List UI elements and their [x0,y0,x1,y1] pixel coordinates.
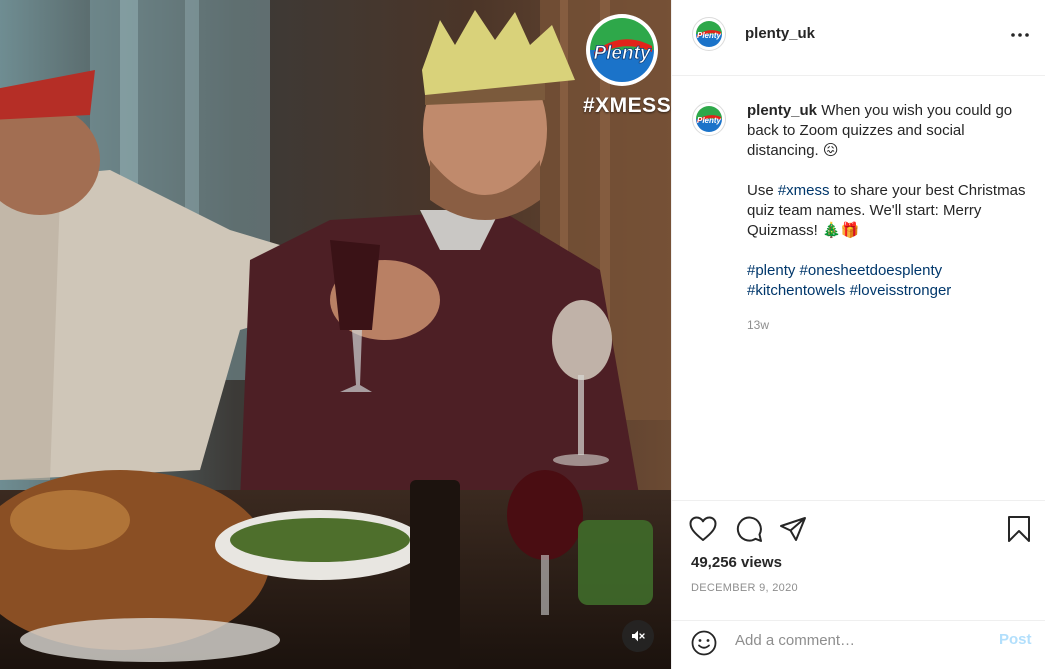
svg-text:Plenty: Plenty [697,31,722,40]
header-username-link[interactable]: plenty_uk [745,25,815,42]
post-side-panel: Plenty plenty_uk Plenty plenty_uk When y… [671,0,1045,669]
post-video[interactable]: Plenty #XMESS [0,0,671,669]
video-frame-image [0,0,671,669]
save-button[interactable] [1004,514,1034,544]
caption-avatar[interactable]: Plenty [692,102,726,136]
bookmark-icon [1008,516,1030,542]
paper-plane-icon [780,517,806,541]
hashtag-link[interactable]: #xmess [778,182,830,199]
plenty-avatar-logo: Plenty [695,105,723,133]
hashtag-link[interactable]: #plenty [747,262,795,279]
avatar[interactable]: Plenty [692,17,726,51]
like-button[interactable] [688,514,718,544]
more-horizontal-icon [1011,33,1029,37]
speaker-muted-icon [632,630,645,642]
hashtag-link[interactable]: #kitchentowels [747,282,845,299]
view-count[interactable]: 49,256 views [691,554,782,571]
comment-input[interactable] [735,630,985,650]
caption-username-link[interactable]: plenty_uk [747,102,817,119]
more-options-button[interactable] [1008,25,1032,45]
caption-age[interactable]: 13w [747,318,769,332]
xmess-overlay-tag: #XMESS [583,94,671,117]
heart-icon [689,516,717,541]
comment-button[interactable] [734,514,764,544]
post-actions: 49,256 views DECEMBER 9, 2020 [672,500,1045,620]
emoji-button[interactable] [689,625,719,661]
smiley-icon [691,630,717,656]
caption-text: plenty_uk When you wish you could go bac… [747,101,1032,301]
post-date[interactable]: DECEMBER 9, 2020 [691,582,798,594]
svg-text:Plenty: Plenty [593,43,651,64]
plenty-logo: Plenty [584,12,660,88]
hashtag-link[interactable]: #loveisstronger [850,282,952,299]
post-header: Plenty plenty_uk [672,0,1045,76]
comment-bar: Post [672,620,1045,669]
post-comment-button[interactable]: Post [999,631,1032,648]
svg-text:Plenty: Plenty [697,116,722,125]
caption-line-2-prefix: Use [747,182,778,199]
caption-section: Plenty plenty_uk When you wish you could… [672,77,1045,500]
hashtag-list: #plenty #onesheetdoesplenty #kitchentowe… [747,261,1032,301]
plenty-avatar-logo: Plenty [695,20,723,48]
mute-toggle-button[interactable] [622,620,654,652]
comment-bubble-icon [736,516,762,542]
share-button[interactable] [778,514,808,544]
hashtag-link[interactable]: #onesheetdoesplenty [800,262,943,279]
